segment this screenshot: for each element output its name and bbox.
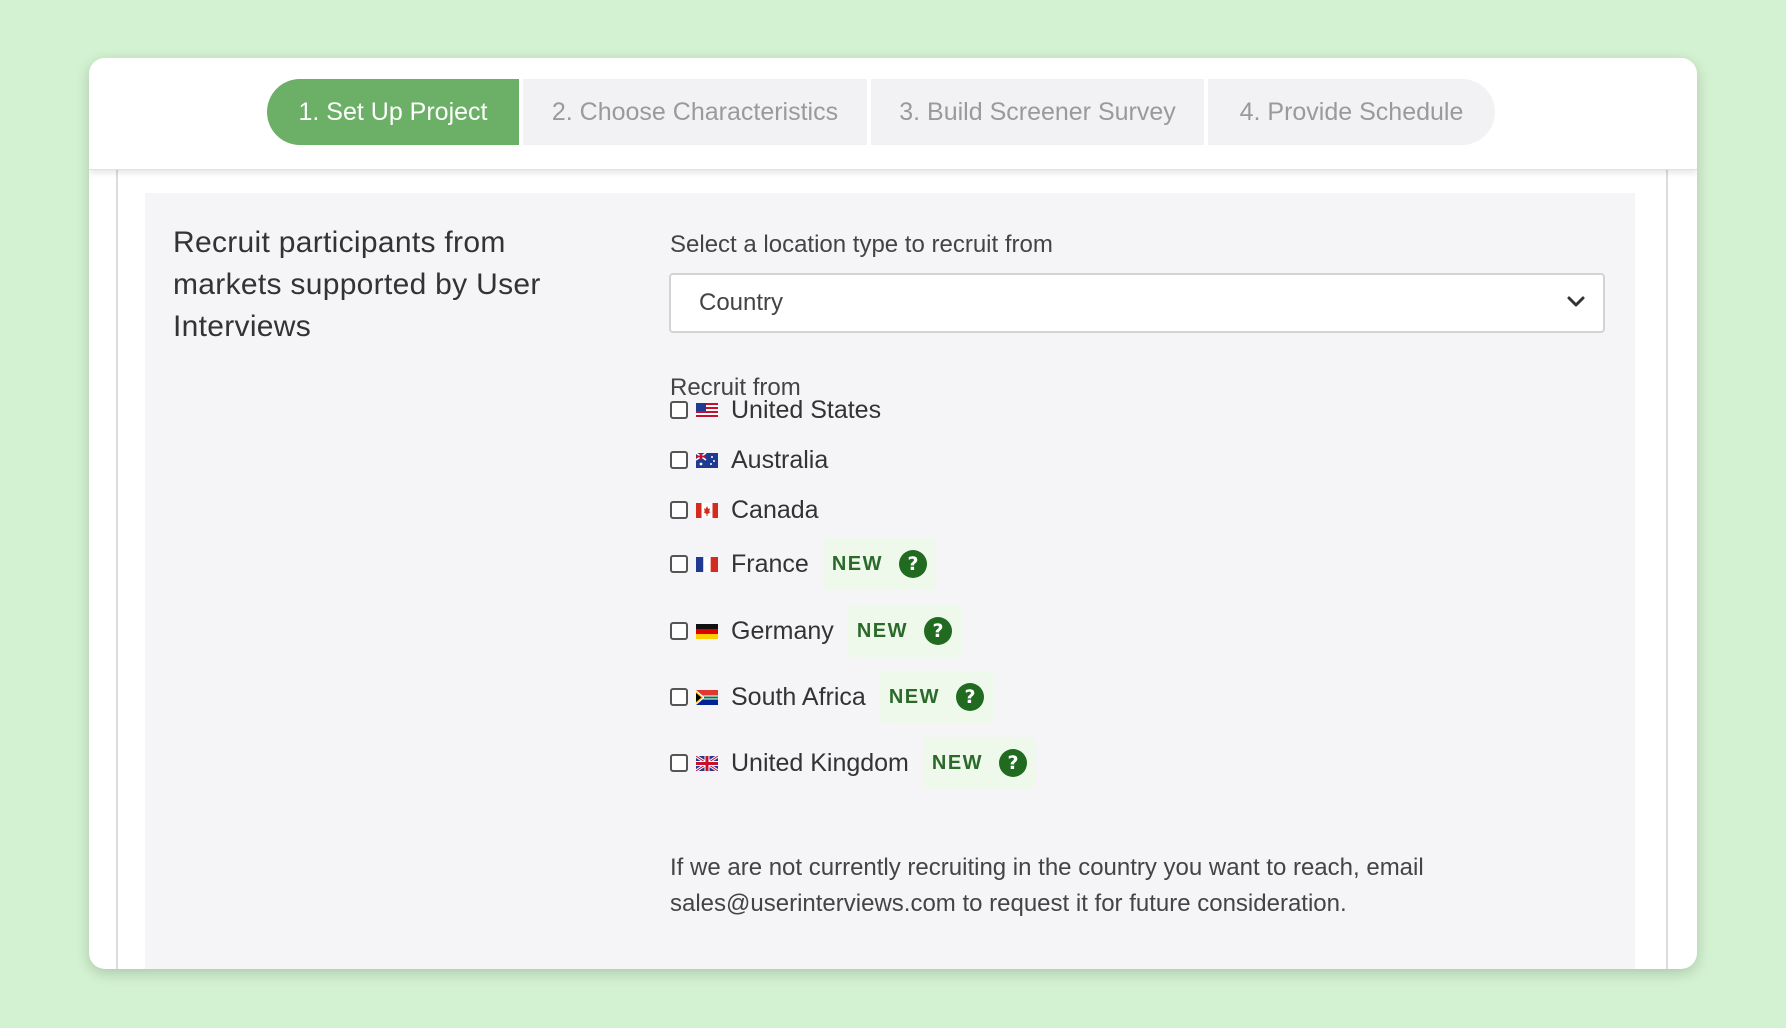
country-option-united-states: United States <box>670 390 881 430</box>
new-badge: NEW ? <box>847 605 961 657</box>
step-provide-schedule[interactable]: 4. Provide Schedule <box>1208 79 1495 145</box>
location-type-select[interactable]: Country <box>669 273 1605 333</box>
country-name: Australia <box>731 445 829 474</box>
country-name: Germany <box>731 616 834 645</box>
location-panel: Recruit participants from markets suppor… <box>145 193 1635 969</box>
country-option-united-kingdom: United Kingdom NEW ? <box>670 737 1037 789</box>
country-option-france: France NEW ? <box>670 538 936 590</box>
location-type-value: Country <box>699 289 784 316</box>
question-circle-icon[interactable]: ? <box>955 683 984 711</box>
country-option-canada: Canada <box>670 490 819 530</box>
us-flag-icon <box>696 402 718 418</box>
step-list: 1. Set Up Project 2. Choose Characterist… <box>267 79 1495 145</box>
new-badge-label: NEW <box>831 552 883 575</box>
checkbox-united-states[interactable] <box>670 401 688 419</box>
new-badge: NEW ? <box>822 538 936 590</box>
section-description: Recruit participants from markets suppor… <box>173 226 541 343</box>
checkbox-germany[interactable] <box>670 622 688 640</box>
au-flag-icon <box>696 452 718 468</box>
new-badge: NEW ? <box>879 671 993 723</box>
step-set-up-project[interactable]: 1. Set Up Project <box>267 79 519 145</box>
step-choose-characteristics[interactable]: 2. Choose Characteristics <box>523 79 867 145</box>
country-name: South Africa <box>731 682 866 711</box>
new-badge-label: NEW <box>931 751 984 774</box>
location-type-label: Select a location type to recruit from <box>670 231 1053 258</box>
wizard-card: 1. Set Up Project 2. Choose Characterist… <box>89 58 1697 969</box>
new-badge: NEW ? <box>922 737 1037 789</box>
question-circle-icon[interactable]: ? <box>999 749 1028 777</box>
ca-flag-icon <box>696 502 718 518</box>
checkbox-united-kingdom[interactable] <box>670 754 688 772</box>
chevron-down-icon <box>1567 296 1585 307</box>
checkbox-france[interactable] <box>670 555 688 573</box>
stepper: 1. Set Up Project 2. Choose Characterist… <box>89 58 1697 170</box>
checkbox-australia[interactable] <box>670 451 688 469</box>
contact-sales-note: If we are not currently recruiting in th… <box>670 854 1424 917</box>
country-name: United Kingdom <box>731 748 909 777</box>
country-name: United States <box>731 395 882 424</box>
step-build-screener-survey[interactable]: 3. Build Screener Survey <box>871 79 1204 145</box>
de-flag-icon <box>696 623 718 639</box>
question-circle-icon[interactable]: ? <box>898 550 927 578</box>
za-flag-icon <box>696 689 718 705</box>
country-option-south-africa: South Africa NEW ? <box>670 671 993 723</box>
question-circle-icon[interactable]: ? <box>923 617 952 645</box>
fr-flag-icon <box>696 556 718 572</box>
gb-flag-icon <box>696 755 718 771</box>
country-option-germany: Germany NEW ? <box>670 605 961 657</box>
country-name: Canada <box>731 495 819 524</box>
country-name: France <box>731 549 809 578</box>
country-option-australia: Australia <box>670 440 828 480</box>
new-badge-label: NEW <box>856 619 908 642</box>
new-badge-label: NEW <box>888 685 940 708</box>
checkbox-canada[interactable] <box>670 501 688 519</box>
checkbox-south-africa[interactable] <box>670 688 688 706</box>
